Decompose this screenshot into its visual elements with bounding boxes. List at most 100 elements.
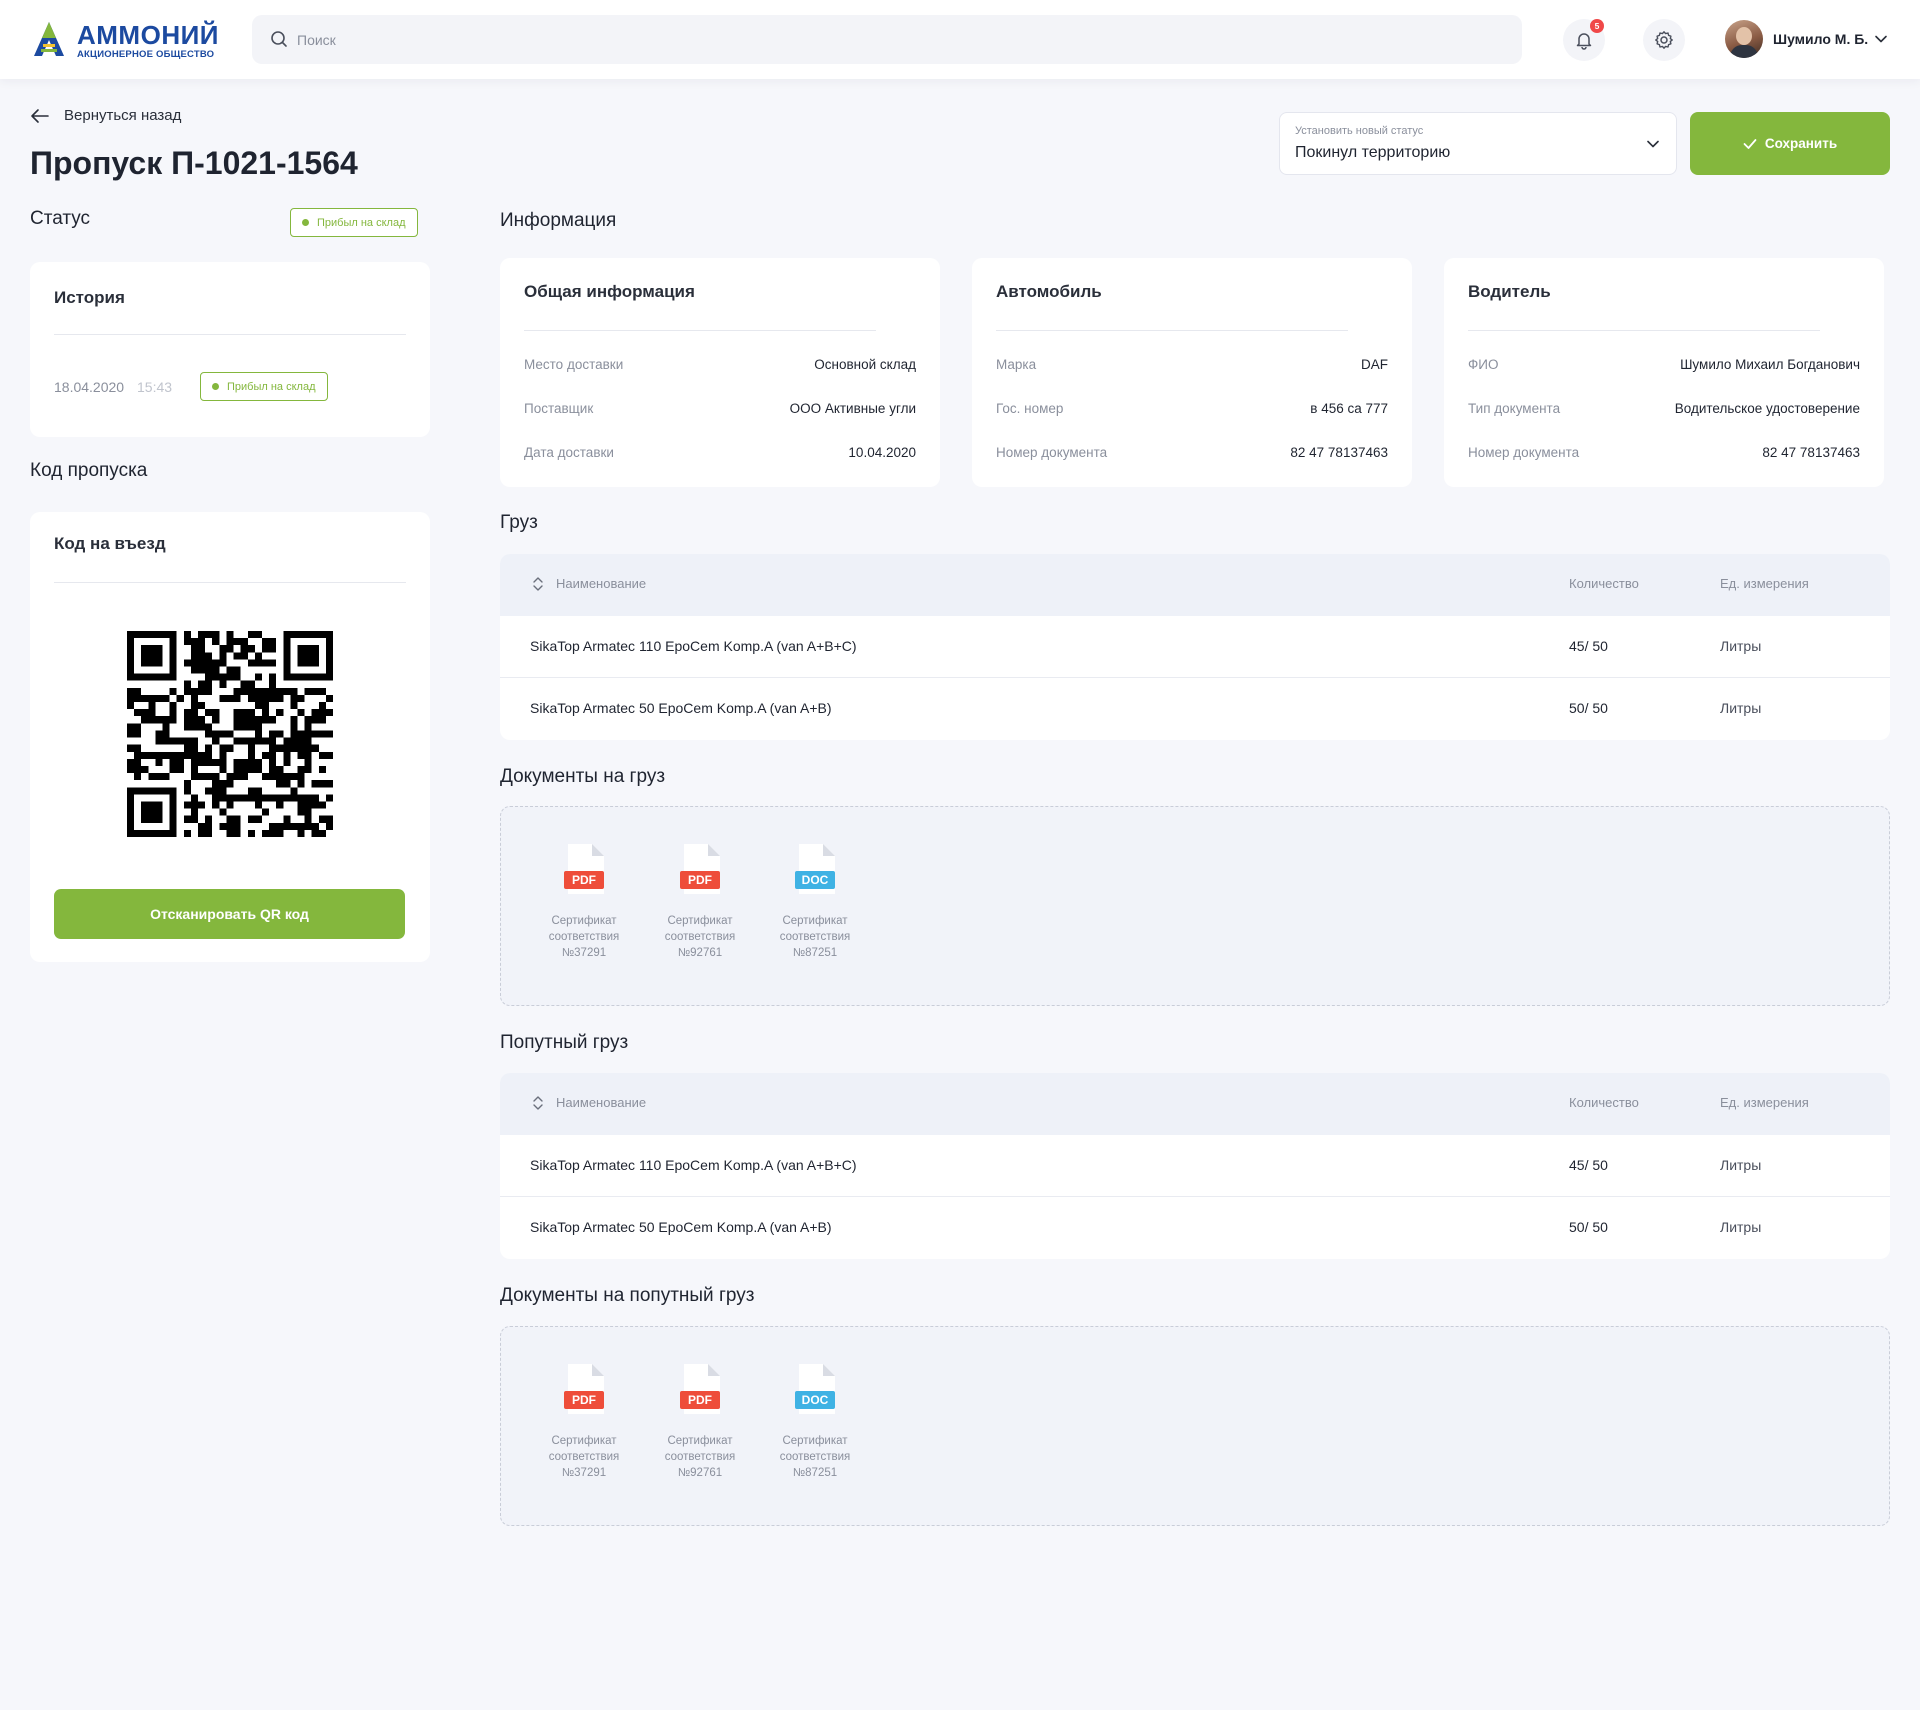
column-header-unit[interactable]: Ед. измерения	[1720, 1095, 1809, 1110]
divider	[54, 582, 406, 583]
info-key: Номер документа	[996, 445, 1108, 460]
info-value: Водительское удостоверение	[1674, 401, 1860, 416]
cell-name: SikaTop Armatec 110 EpoCem Komp.A (van A…	[530, 638, 857, 654]
cargo-docs-dropzone[interactable]: PDF Сертификат соответствия №37291 PDF Сер…	[500, 806, 1890, 1006]
back-label: Вернуться назад	[64, 107, 182, 124]
status-select[interactable]: Установить новый статус Покинул территор…	[1279, 112, 1677, 175]
document-caption: Сертификат соответствия №92761	[664, 915, 736, 959]
logo-subtitle: АКЦИОНЕРНОЕ ОБЩЕСТВО	[77, 49, 215, 60]
cell-quantity: 50/ 50	[1569, 1219, 1608, 1235]
status-badge-label: Прибыл на склад	[317, 216, 406, 229]
divider	[54, 334, 406, 335]
check-icon	[1743, 138, 1757, 149]
scan-qr-button[interactable]: Отсканировать QR код	[54, 889, 405, 939]
table-row[interactable]: SikaTop Armatec 110 EpoCem Komp.A (van A…	[500, 616, 1890, 678]
chevron-down-icon[interactable]	[1874, 32, 1888, 46]
document-file[interactable]: PDF Сертификат соответствия №37291	[534, 1364, 634, 1481]
arrow-left-icon	[31, 108, 49, 123]
info-row: Номер документа 82 47 78137463	[1468, 445, 1860, 465]
table-header: Наименование Количество Ед. измерения	[500, 554, 1890, 616]
history-title: История	[54, 288, 125, 307]
column-header-unit[interactable]: Ед. измерения	[1720, 576, 1809, 591]
info-row: Марка DAF	[996, 357, 1388, 377]
cell-name: SikaTop Armatec 50 EpoCem Komp.A (van A+…	[530, 700, 832, 716]
svg-text:PDF: PDF	[688, 873, 712, 887]
info-row: ФИО Шумило Михаил Богданович	[1468, 357, 1860, 377]
extra-cargo-docs-heading: Документы на попутный груз	[500, 1285, 755, 1306]
extra-cargo-docs-dropzone[interactable]: PDF Сертификат соответствия №37291 PDF Сер…	[500, 1326, 1890, 1526]
column-header-name[interactable]: Наименование	[556, 1095, 646, 1110]
info-value: 82 47 78137463	[1290, 445, 1388, 460]
status-badge: Прибыл на склад	[290, 208, 418, 237]
save-button[interactable]: Сохранить	[1690, 112, 1890, 175]
column-header-name[interactable]: Наименование	[556, 576, 646, 591]
table-header: Наименование Количество Ед. измерения	[500, 1073, 1890, 1135]
company-logo[interactable]: АММОНИЙ АКЦИОНЕРНОЕ ОБЩЕСТВО	[30, 20, 218, 60]
sort-icon[interactable]	[532, 576, 544, 592]
search-input[interactable]	[297, 15, 1497, 64]
info-value: Шумило Михаил Богданович	[1680, 357, 1860, 372]
svg-text:PDF: PDF	[688, 1393, 712, 1407]
vehicle-title: Автомобиль	[996, 282, 1102, 301]
cell-name: SikaTop Armatec 110 EpoCem Komp.A (van A…	[530, 1157, 857, 1173]
column-header-quantity[interactable]: Количество	[1569, 576, 1639, 591]
document-file[interactable]: PDF Сертификат соответствия №92761	[650, 844, 750, 961]
table-row[interactable]: SikaTop Armatec 110 EpoCem Komp.A (van A…	[500, 1135, 1890, 1197]
info-key: Поставщик	[524, 401, 594, 416]
cell-unit: Литры	[1720, 638, 1762, 654]
info-key: ФИО	[1468, 357, 1499, 372]
vehicle-card: Автомобиль Марка DAF Гос. номер в 456 са 7…	[972, 258, 1412, 487]
pdf-file-icon: PDF	[564, 1364, 604, 1414]
pass-code-card: Код на въезд Отсканировать QR код	[30, 512, 430, 962]
cargo-docs-heading: Документы на груз	[500, 766, 666, 787]
general-info-card: Общая информация Место доставки Основной …	[500, 258, 940, 487]
document-caption: Сертификат соответствия №87251	[779, 1435, 851, 1479]
user-avatar[interactable]	[1725, 20, 1763, 58]
table-row[interactable]: SikaTop Armatec 50 EpoCem Komp.A (van A+…	[500, 1197, 1890, 1259]
pass-code-heading: Код пропуска	[30, 460, 148, 481]
document-caption: Сертификат соответствия №37291	[548, 1435, 620, 1479]
info-value: Основной склад	[814, 357, 916, 372]
info-row: Номер документа 82 47 78137463	[996, 445, 1388, 465]
info-row: Поставщик ООО Активные угли	[524, 401, 916, 421]
back-link[interactable]: Вернуться назад	[30, 107, 181, 124]
cell-quantity: 45/ 50	[1569, 638, 1608, 654]
info-value: в 456 са 777	[1310, 401, 1388, 416]
column-header-quantity[interactable]: Количество	[1569, 1095, 1639, 1110]
info-value: 82 47 78137463	[1762, 445, 1860, 460]
search-bar	[252, 15, 1522, 64]
user-name[interactable]: Шумило М. Б.	[1773, 31, 1868, 47]
cell-unit: Литры	[1720, 1219, 1762, 1235]
gear-icon	[1655, 31, 1673, 49]
info-key: Тип документа	[1468, 401, 1561, 416]
cell-quantity: 45/ 50	[1569, 1157, 1608, 1173]
history-card: История 18.04.2020 15:43 Прибыл на склад	[30, 262, 430, 437]
cargo-heading: Груз	[500, 512, 538, 533]
info-value: DAF	[1361, 357, 1388, 372]
history-status-label: Прибыл на склад	[227, 380, 316, 393]
history-status-badge: Прибыл на склад	[200, 372, 328, 401]
settings-button[interactable]	[1643, 19, 1685, 61]
sort-icon[interactable]	[532, 1095, 544, 1111]
info-row: Дата доставки 10.04.2020	[524, 445, 916, 465]
top-header: АММОНИЙ АКЦИОНЕРНОЕ ОБЩЕСТВО 5 Шумило М.…	[0, 0, 1920, 79]
logo-mark-icon	[34, 22, 64, 56]
document-file[interactable]: PDF Сертификат соответствия №92761	[650, 1364, 750, 1481]
document-file[interactable]: DOC Сертификат соответствия №87251	[765, 844, 865, 961]
driver-card: Водитель ФИО Шумило Михаил Богданович Тип…	[1444, 258, 1884, 487]
status-dot	[302, 219, 309, 226]
info-key: Место доставки	[524, 357, 624, 372]
info-value: 10.04.2020	[848, 445, 916, 460]
status-dot	[212, 383, 219, 390]
pdf-file-icon: PDF	[680, 844, 720, 894]
svg-text:DOC: DOC	[802, 1393, 829, 1407]
cargo-table: Наименование Количество Ед. измерения Si…	[500, 554, 1890, 740]
doc-file-icon: DOC	[795, 1364, 835, 1414]
chevron-down-icon	[1647, 140, 1659, 148]
divider	[524, 330, 876, 331]
document-file[interactable]: DOC Сертификат соответствия №87251	[765, 1364, 865, 1481]
info-row: Гос. номер в 456 са 777	[996, 401, 1388, 421]
document-file[interactable]: PDF Сертификат соответствия №37291	[534, 844, 634, 961]
table-row[interactable]: SikaTop Armatec 50 EpoCem Komp.A (van A+…	[500, 678, 1890, 740]
svg-text:PDF: PDF	[572, 1393, 596, 1407]
